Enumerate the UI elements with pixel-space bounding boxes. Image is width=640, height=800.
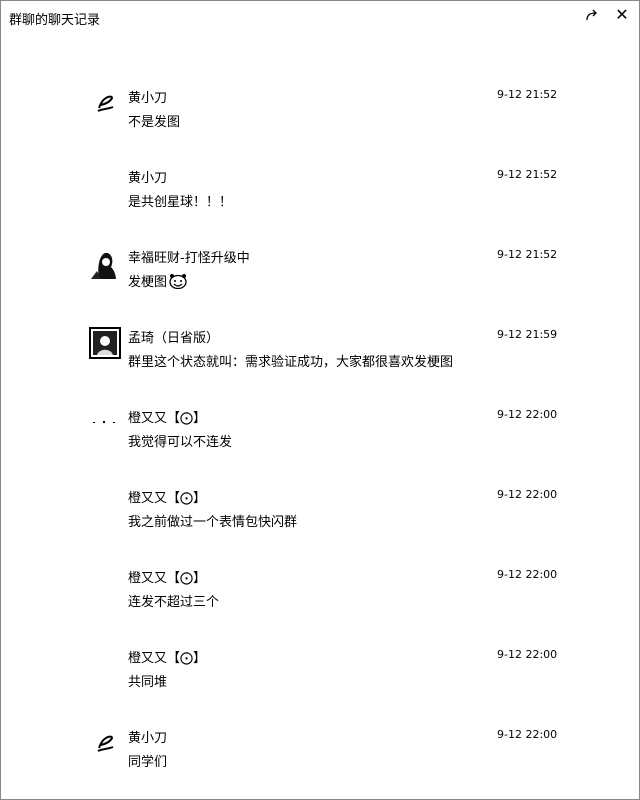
message-item: 孟琦（日省版） 9-12 21:59 群里这个状态就叫：需求验证成功，大家都很喜… <box>1 321 639 381</box>
message-text: 群里这个状态就叫：需求验证成功，大家都很喜欢发梗图 <box>128 355 454 370</box>
close-icon: ✕ <box>615 5 629 24</box>
message-time: 9-12 21:52 <box>497 88 558 101</box>
sender-name[interactable]: 橙又又【⨀】 <box>128 487 206 506</box>
message-text: 同学们 <box>128 755 168 770</box>
message-time: 9-12 21:59 <box>497 328 558 341</box>
avatar-dots-icon <box>93 421 115 423</box>
message-text: 发梗图 <box>128 271 187 293</box>
feather-logo-icon <box>97 95 114 112</box>
window-title: 群聊的聊天记录 <box>9 13 101 28</box>
avatar[interactable] <box>89 247 121 279</box>
message-time: 9-12 21:52 <box>497 168 558 181</box>
message-time: 9-12 22:00 <box>497 728 558 741</box>
title-bar: 群聊的聊天记录 ✕ <box>1 1 639 35</box>
message-item: 橙又又【⨀】 9-12 22:00 连发不超过三个 <box>1 561 639 621</box>
avatar[interactable] <box>89 407 121 439</box>
message-time: 9-12 22:00 <box>497 568 558 581</box>
grin-face-emoji-icon <box>169 273 187 293</box>
avatar-photo-icon <box>89 247 121 279</box>
message-item: 橙又又【⨀】 9-12 22:00 共同堆 <box>1 641 639 701</box>
sender-name[interactable]: 幸福旺财-打怪升级中 <box>128 247 250 266</box>
message-text: 是共创星球！！！ <box>128 195 233 210</box>
sender-name[interactable]: 橙又又【⨀】 <box>128 647 206 666</box>
message-time: 9-12 22:00 <box>497 408 558 421</box>
sender-name[interactable]: 橙又又【⨀】 <box>128 567 206 586</box>
message-time: 9-12 22:00 <box>497 488 558 501</box>
chat-history-window: 群聊的聊天记录 ✕ 黄小刀 9-12 21:52 不是发图 黄小刀 9-12 2… <box>0 0 640 800</box>
message-item: 黄小刀 9-12 21:52 是共创星球！！！ <box>1 161 639 221</box>
message-item: 橙又又【⨀】 9-12 22:00 我觉得可以不连发 <box>1 401 639 461</box>
sender-name[interactable]: 橙又又【⨀】 <box>128 407 206 426</box>
avatar-framed-photo-icon <box>89 327 121 359</box>
message-item: 幸福旺财-打怪升级中 9-12 21:52 发梗图 <box>1 241 639 301</box>
sender-name[interactable]: 黄小刀 <box>128 167 167 186</box>
message-text: 连发不超过三个 <box>128 595 220 610</box>
sender-name[interactable]: 黄小刀 <box>128 87 167 106</box>
share-arrow-icon <box>586 9 597 21</box>
message-text: 共同堆 <box>128 675 168 690</box>
message-text: 我之前做过一个表情包快闪群 <box>128 515 298 530</box>
message-time: 9-12 22:00 <box>497 648 558 661</box>
sender-name[interactable]: 孟琦（日省版） <box>128 327 219 346</box>
share-button[interactable] <box>579 5 605 25</box>
feather-logo-icon <box>97 735 114 752</box>
sender-name[interactable]: 黄小刀 <box>128 727 167 746</box>
avatar[interactable] <box>89 87 121 119</box>
message-text: 我觉得可以不连发 <box>128 435 233 450</box>
message-item: 橙又又【⨀】 9-12 22:00 我之前做过一个表情包快闪群 <box>1 481 639 541</box>
message-item: 黄小刀 9-12 22:00 同学们 <box>1 721 639 781</box>
close-button[interactable]: ✕ <box>609 5 635 25</box>
avatar[interactable] <box>89 327 121 359</box>
message-item: 黄小刀 9-12 21:52 不是发图 <box>1 81 639 141</box>
avatar[interactable] <box>89 727 121 759</box>
message-text: 不是发图 <box>128 115 181 130</box>
message-time: 9-12 21:52 <box>497 248 558 261</box>
